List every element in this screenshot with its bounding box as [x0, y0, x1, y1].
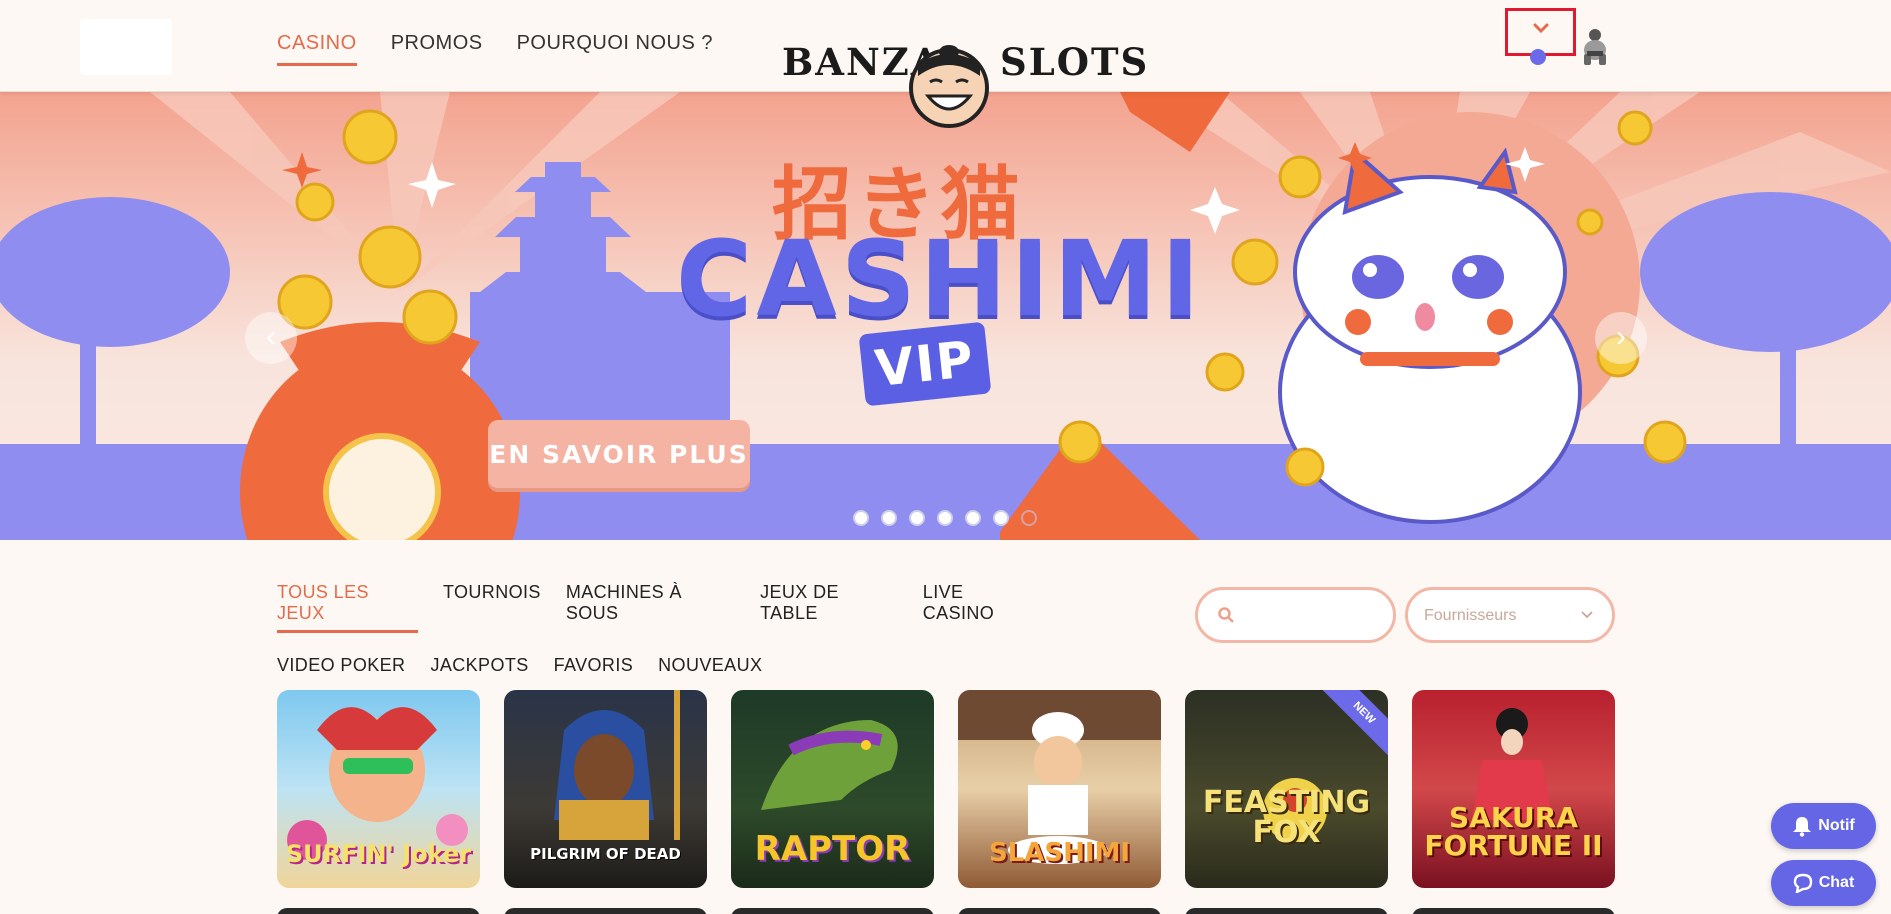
carousel-dot[interactable] [853, 510, 869, 526]
game-card-partial[interactable] [731, 908, 934, 914]
game-title: SAKURA FORTUNE II [1424, 801, 1603, 862]
hero-banner[interactable]: 招き猫 CASHIMI VIP EN SAVOIR PLUS ‹ › [0, 92, 1891, 540]
chat-button[interactable]: Chat [1771, 860, 1876, 906]
hero-title: CASHIMI [676, 218, 1204, 340]
chevron-down-icon [1581, 611, 1593, 619]
providers-select[interactable]: Fournisseurs [1405, 587, 1615, 643]
game-title: RAPTOR [754, 829, 911, 869]
game-card-sakura-fortune-ii[interactable]: SAKURA FORTUNE II [1412, 690, 1615, 888]
game-card-partial[interactable] [1412, 908, 1615, 914]
sumo-avatar-icon[interactable] [1578, 26, 1612, 66]
chat-bubble-icon [1793, 873, 1812, 895]
logo-text-right: SLOTS [1000, 40, 1150, 84]
game-title: SURFIN' Joker [285, 840, 472, 868]
notif-button[interactable]: Notif [1771, 803, 1876, 849]
carousel-dot[interactable] [937, 510, 953, 526]
game-title: SLASHIMI [988, 838, 1131, 868]
chat-label: Chat [1818, 874, 1855, 892]
game-title: FEASTING FOX [1202, 785, 1371, 850]
search-icon [1218, 607, 1234, 623]
banzai-slots-logo[interactable]: BANZAI SLOTS [782, 34, 1147, 132]
games-grid: SURFIN' Joker PILGRIM OF DEAD RAPTOR SLA… [277, 690, 1615, 888]
game-title: PILGRIM OF DEAD [530, 845, 681, 863]
carousel-dot-active[interactable] [1021, 510, 1037, 526]
header-placeholder [80, 19, 172, 75]
carousel-next-arrow-icon[interactable]: › [1595, 312, 1647, 364]
category-video-poker[interactable]: VIDEO POKER [277, 655, 405, 682]
games-grid-next-row [277, 908, 1615, 914]
providers-label: Fournisseurs [1424, 607, 1517, 624]
carousel-prev-arrow-icon[interactable]: ‹ [245, 312, 297, 364]
game-card-pilgrim-of-dead[interactable]: PILGRIM OF DEAD [504, 690, 707, 888]
banzai-mascot-icon [909, 45, 989, 128]
carousel-dot[interactable] [993, 510, 1009, 526]
notification-dot [1530, 49, 1546, 65]
game-card-surfin-joker[interactable]: SURFIN' Joker [277, 690, 480, 888]
category-live-casino[interactable]: LIVE CASINO [923, 582, 1037, 633]
game-card-slashimi[interactable]: SLASHIMI [958, 690, 1161, 888]
category-table-games[interactable]: JEUX DE TABLE [760, 582, 898, 633]
chevron-down-icon [1533, 23, 1549, 33]
nav-promos[interactable]: PROMOS [391, 32, 483, 66]
game-card-feasting-fox[interactable]: FEASTING FOX NEW [1185, 690, 1388, 888]
category-new[interactable]: NOUVEAUX [658, 655, 762, 682]
nav-casino[interactable]: CASINO [277, 32, 357, 66]
learn-more-button[interactable]: EN SAVOIR PLUS [488, 420, 750, 488]
category-favorites[interactable]: FAVORIS [554, 655, 634, 682]
nav-why-us[interactable]: POURQUOI NOUS ? [517, 32, 713, 66]
category-all-games[interactable]: TOUS LES JEUX [277, 582, 418, 633]
category-jackpots[interactable]: JACKPOTS [430, 655, 528, 682]
game-card-partial[interactable] [1185, 908, 1388, 914]
game-card-partial[interactable] [504, 908, 707, 914]
search-input[interactable] [1248, 602, 1383, 630]
category-slots[interactable]: MACHINES À SOUS [566, 582, 735, 633]
game-card-partial[interactable] [958, 908, 1161, 914]
notif-label: Notif [1818, 817, 1855, 835]
carousel-dots [853, 510, 1037, 526]
top-nav: CASINO PROMOS POURQUOI NOUS ? [277, 32, 713, 66]
game-card-raptor[interactable]: RAPTOR [731, 690, 934, 888]
bell-icon [1793, 817, 1812, 837]
carousel-dot[interactable] [909, 510, 925, 526]
carousel-dot[interactable] [965, 510, 981, 526]
vip-badge: VIP [858, 321, 992, 407]
carousel-dot[interactable] [881, 510, 897, 526]
game-search[interactable] [1195, 587, 1396, 643]
category-tournaments[interactable]: TOURNOIS [443, 582, 541, 633]
game-categories: TOUS LES JEUX TOURNOIS MACHINES À SOUS J… [277, 582, 1037, 704]
game-card-partial[interactable] [277, 908, 480, 914]
